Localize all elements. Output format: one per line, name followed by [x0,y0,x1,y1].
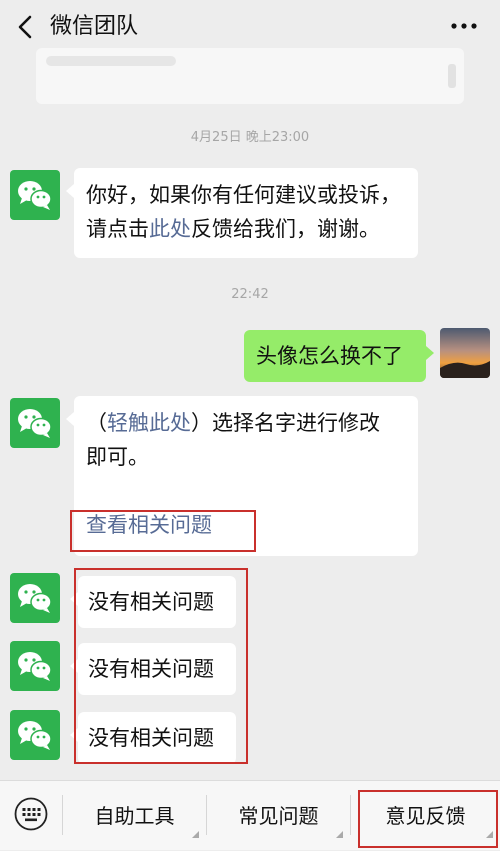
wechat-team-avatar[interactable] [10,641,60,691]
message-bubble: 你好，如果你有任何建议或投诉， 请点击此处反馈给我们，谢谢。 [66,168,418,258]
message-text: 头像怎么换不了 [256,344,403,368]
message-line: 你好，如果你有任何建议或投诉， [86,183,401,207]
highlight-box [74,568,248,764]
message-text: （ [86,411,107,435]
blurred-text [46,56,176,66]
wechat-logo-icon [18,409,52,438]
previous-message-bubble [36,48,464,104]
timestamp: 4月25日 晚上23:00 [190,130,310,145]
timestamp: 22:42 [231,287,269,302]
message-text: ）选择名字进行修改 [191,411,380,435]
sunset-avatar-image [440,328,490,378]
tap-here-link[interactable]: 轻触此处 [107,411,191,435]
highlight-box [70,510,256,552]
wechat-logo-icon [18,181,52,210]
wechat-team-avatar[interactable] [10,573,60,623]
wechat-logo-icon [18,652,52,681]
wechat-team-avatar[interactable] [10,710,60,760]
message-line: 请点击此处反馈给我们，谢谢。 [86,212,406,246]
submenu-indicator-icon [192,831,199,838]
menu-faq[interactable]: 常见问题 [207,781,350,851]
wechat-team-avatar[interactable] [10,170,60,220]
wechat-logo-icon [18,721,52,750]
chat-title: 微信团队 [50,14,139,39]
sent-message-bubble: 头像怎么换不了 [244,330,434,382]
keyboard-icon[interactable] [14,797,48,831]
more-dots-icon[interactable] [450,16,478,36]
menu-self-service-tools[interactable]: 自助工具 [63,781,206,851]
user-avatar[interactable] [440,328,490,378]
message-text: 反馈给我们，谢谢。 [191,217,380,241]
wechat-logo-icon [18,584,52,613]
message-line: 即可。 [86,445,149,469]
blurred-text [448,64,456,88]
feedback-link[interactable]: 此处 [149,217,191,241]
wechat-team-avatar[interactable] [10,398,60,448]
submenu-indicator-icon [336,831,343,838]
chevron-left-icon[interactable] [12,12,40,42]
highlight-box [358,790,498,848]
message-text: 请点击 [86,217,149,241]
message-line: （轻触此处）选择名字进行修改 [86,406,406,440]
